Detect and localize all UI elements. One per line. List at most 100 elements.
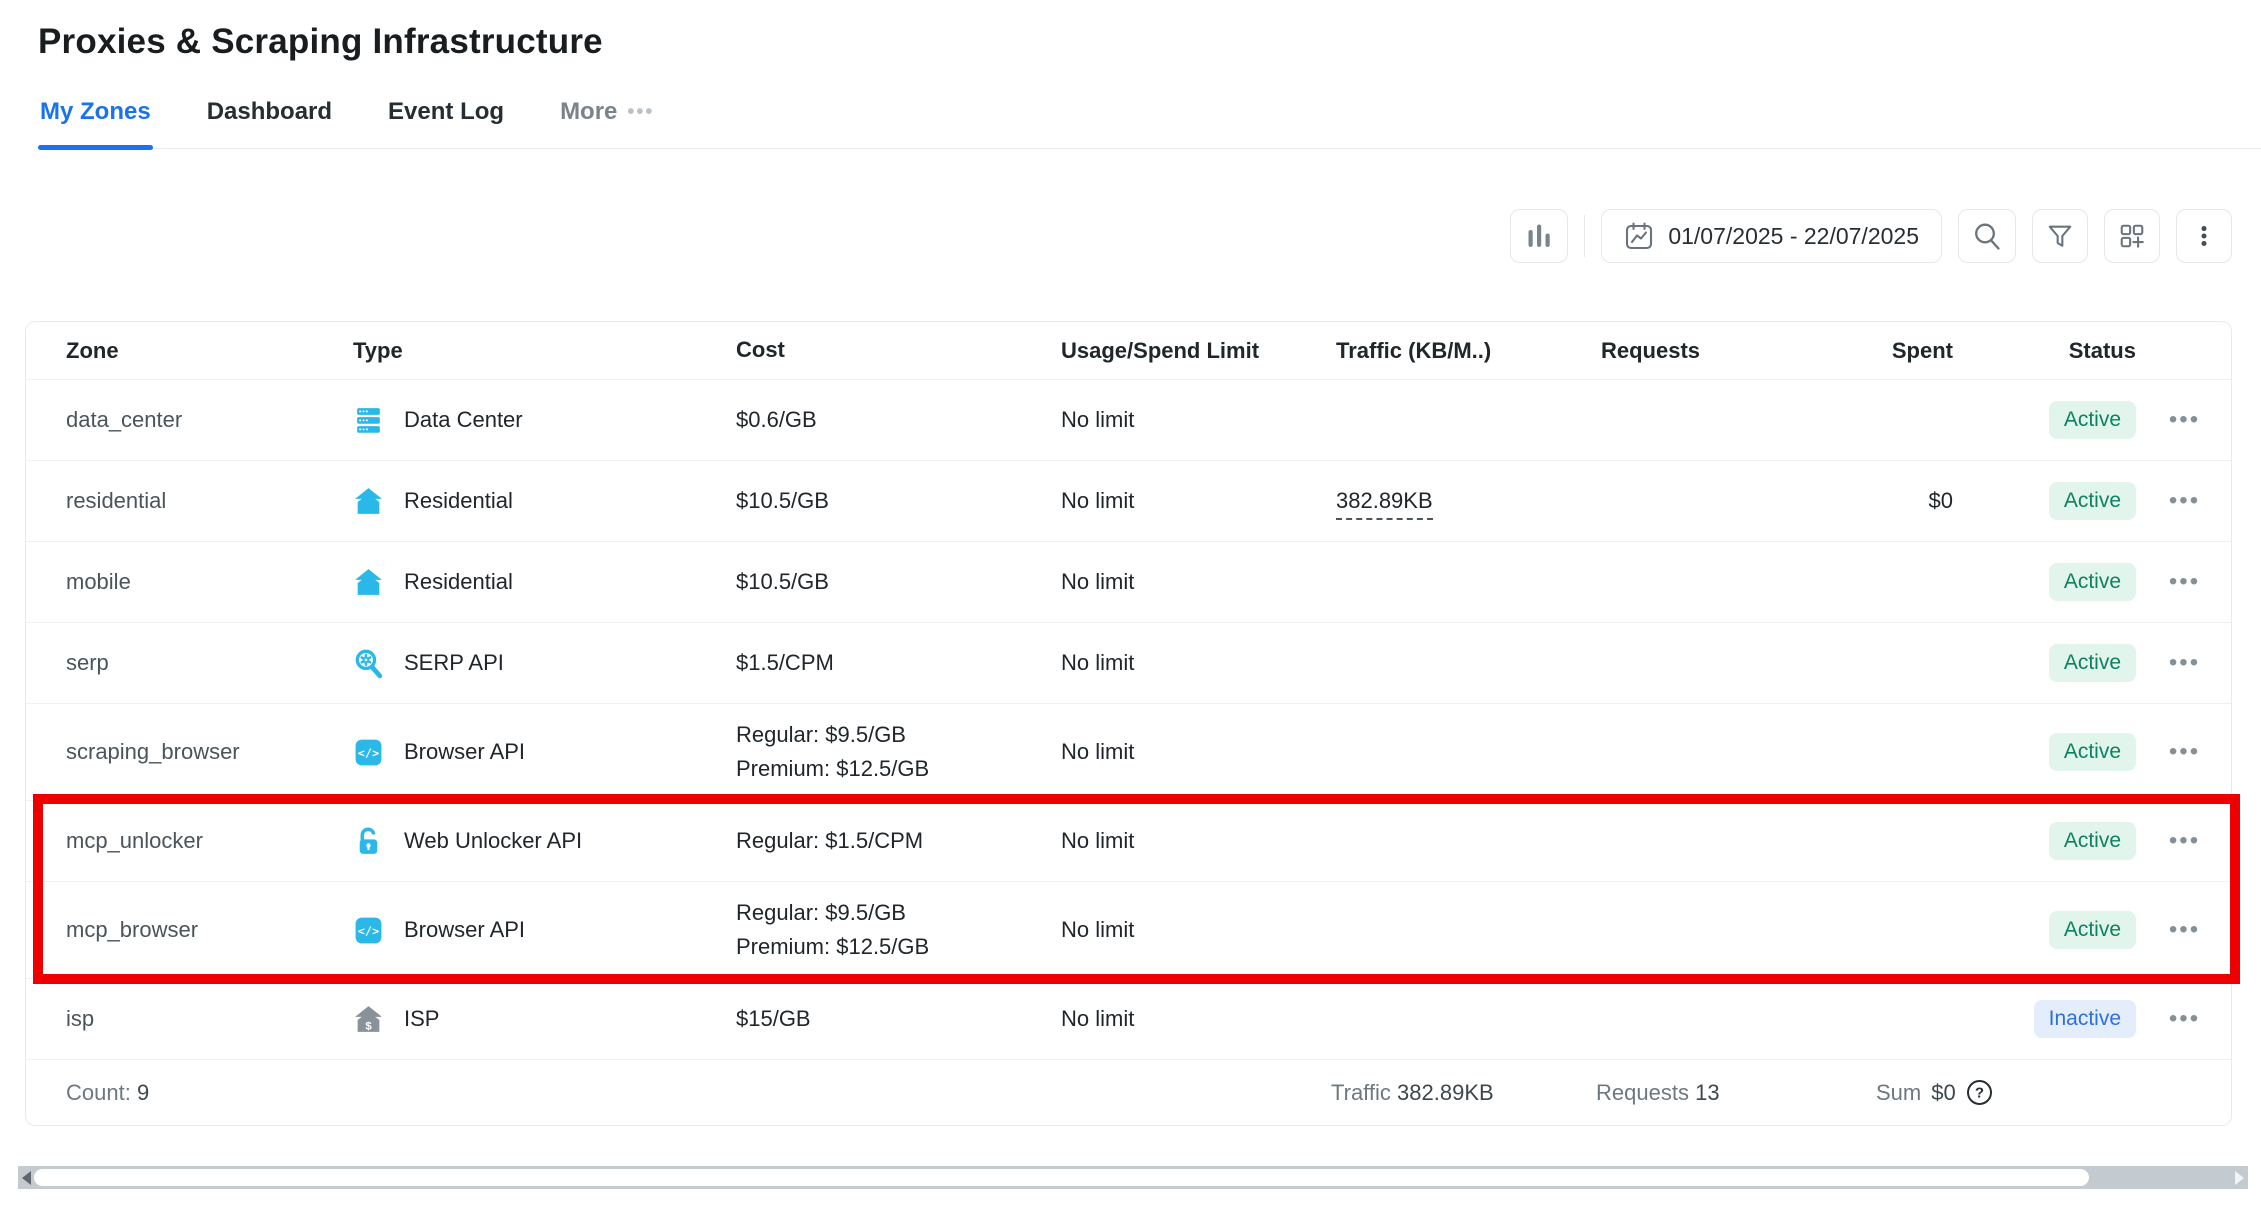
filter-button[interactable] [2032, 209, 2088, 263]
status-badge: Active [2049, 482, 2136, 520]
col-header-type: Type [346, 338, 729, 364]
zone-name: serp [26, 650, 346, 676]
table-row-mcp_browser: mcp_browser</>Browser APIRegular: $9.5/G… [26, 881, 2231, 978]
zone-name: mobile [26, 569, 346, 595]
col-header-status: Status [1981, 338, 2136, 364]
zone-name: isp [26, 1006, 346, 1032]
table-row-data_center: data_centerData Center$0.6/GBNo limitAct… [26, 379, 2231, 460]
row-actions-menu-icon[interactable]: ••• [2169, 1014, 2200, 1024]
data-center-icon [353, 405, 384, 436]
type-label: ISP [404, 1006, 439, 1032]
cost-line: $0.6/GB [736, 403, 1056, 437]
row-actions-menu-icon[interactable]: ••• [2169, 577, 2200, 587]
table-body: data_center Data Center $0.6/GB No limit Act… [26, 379, 2231, 1059]
svg-text:</>: </> [358, 924, 379, 938]
table-row-serp: serp SERP API $1.5/CPMNo limit Active ••• [26, 622, 2231, 703]
table-toolbar: 01/07/2025 - 22/07/2025 [0, 209, 2232, 263]
svg-text:$: $ [365, 1020, 372, 1032]
usage-limit-cell: No limit [1056, 650, 1331, 676]
tab-event-log[interactable]: Event Log [386, 90, 506, 148]
scrollbar-thumb[interactable] [34, 1169, 2089, 1186]
zone-name: data_center [26, 407, 346, 433]
type-label: SERP API [404, 650, 504, 676]
sum-total: $0 [1931, 1080, 1955, 1106]
scroll-left-arrow-icon[interactable] [22, 1171, 31, 1185]
count-summary: Count: 9 [26, 1080, 1331, 1106]
cost-line: Premium: $12.5/GB [736, 930, 1056, 964]
usage-limit-cell: No limit [1056, 828, 1331, 854]
traffic-cell: 382.89KB [1331, 488, 1596, 514]
serp-search-gear-icon [353, 648, 384, 679]
tab-label: Dashboard [207, 98, 332, 126]
traffic-total: 382.89KB [1397, 1080, 1494, 1105]
table-row-residential: residentialResidential$10.5/GBNo limit38… [26, 460, 2231, 541]
usage-limit-cell: No limit [1056, 488, 1331, 514]
table-footer-row: Count: 9 Traffic 382.89KB Requests 13 Su… [26, 1059, 2231, 1125]
status-badge: Active [2049, 563, 2136, 601]
tab-label: My Zones [40, 98, 151, 126]
question-circle-icon[interactable]: ? [1966, 1079, 1993, 1106]
scroll-right-arrow-icon[interactable] [2235, 1171, 2244, 1185]
tab-label: Event Log [388, 98, 504, 126]
table-header-row: Zone Type Cost Usage/Spend Limit Traffic… [26, 322, 2231, 379]
zone-name: mcp_browser [26, 917, 346, 943]
cost-cell: $15/GB [729, 1002, 1056, 1036]
usage-limit-cell: No limit [1056, 739, 1331, 765]
requests-summary: Requests 13 [1596, 1080, 1846, 1106]
zone-name: scraping_browser [26, 739, 346, 765]
cost-line: $10.5/GB [736, 565, 1056, 599]
cost-line: Regular: $1.5/CPM [736, 824, 1056, 858]
cost-cell: $10.5/GB [729, 484, 1056, 518]
kebab-menu-button[interactable] [2176, 209, 2232, 263]
cost-line: Regular: $9.5/GB [736, 718, 1056, 752]
table-row-isp: isp$ISP$15/GBNo limitInactive••• [26, 978, 2231, 1059]
horizontal-scrollbar[interactable] [18, 1166, 2248, 1189]
sum-summary: Sum $0 ? [1846, 1079, 2136, 1106]
col-header-requests: Requests [1596, 338, 1846, 364]
status-badge: Active [2049, 733, 2136, 771]
code-browser-icon: </> [353, 915, 384, 946]
code-browser-icon: </> [353, 737, 384, 768]
status-badge: Inactive [2034, 1000, 2136, 1038]
row-actions-menu-icon[interactable]: ••• [2169, 747, 2200, 757]
tab-more[interactable]: More••• [558, 90, 656, 148]
col-header-cost: Cost [729, 333, 1056, 367]
tab-my-zones[interactable]: My Zones [38, 90, 153, 148]
search-icon [1972, 221, 2002, 251]
cost-cell: Regular: $9.5/GBPremium: $12.5/GB [729, 896, 1056, 964]
table-row-mobile: mobileResidential$10.5/GBNo limitActive•… [26, 541, 2231, 622]
search-button[interactable] [1958, 209, 2016, 263]
row-actions-menu-icon[interactable]: ••• [2169, 658, 2200, 668]
row-actions-menu-icon[interactable]: ••• [2169, 836, 2200, 846]
isp-house-dollar-icon: $ [353, 1004, 384, 1035]
status-badge: Active [2049, 401, 2136, 439]
row-actions-menu-icon[interactable]: ••• [2169, 925, 2200, 935]
date-range-picker[interactable]: 01/07/2025 - 22/07/2025 [1601, 209, 1942, 263]
type-label: Data Center [404, 407, 523, 433]
zone-name: mcp_unlocker [26, 828, 346, 854]
chart-toggle-button[interactable] [1510, 209, 1568, 263]
usage-limit-cell: No limit [1056, 917, 1331, 943]
cost-cell: Regular: $1.5/CPM [729, 824, 1056, 858]
count-value: 9 [137, 1080, 149, 1105]
tab-dashboard[interactable]: Dashboard [205, 90, 334, 148]
requests-total: 13 [1695, 1080, 1719, 1105]
customize-columns-button[interactable] [2104, 209, 2160, 263]
status-badge: Active [2049, 644, 2136, 682]
col-header-zone: Zone [26, 338, 346, 364]
cost-line: Premium: $12.5/GB [736, 752, 1056, 786]
cost-line: $15/GB [736, 1002, 1056, 1036]
calendar-chart-icon [1624, 221, 1654, 251]
cost-cell: $10.5/GB [729, 565, 1056, 599]
house-icon [353, 486, 384, 517]
tab-bar: My Zones Dashboard Event Log More••• [38, 90, 2261, 149]
type-label: Residential [404, 569, 513, 595]
traffic-value[interactable]: 382.89KB [1336, 488, 1433, 520]
cost-line: $1.5/CPM [736, 646, 1056, 680]
house-icon [353, 567, 384, 598]
type-label: Web Unlocker API [404, 828, 582, 854]
row-actions-menu-icon[interactable]: ••• [2169, 496, 2200, 506]
row-actions-menu-icon[interactable]: ••• [2169, 415, 2200, 425]
cost-cell: $0.6/GB [729, 403, 1056, 437]
type-label: Residential [404, 488, 513, 514]
